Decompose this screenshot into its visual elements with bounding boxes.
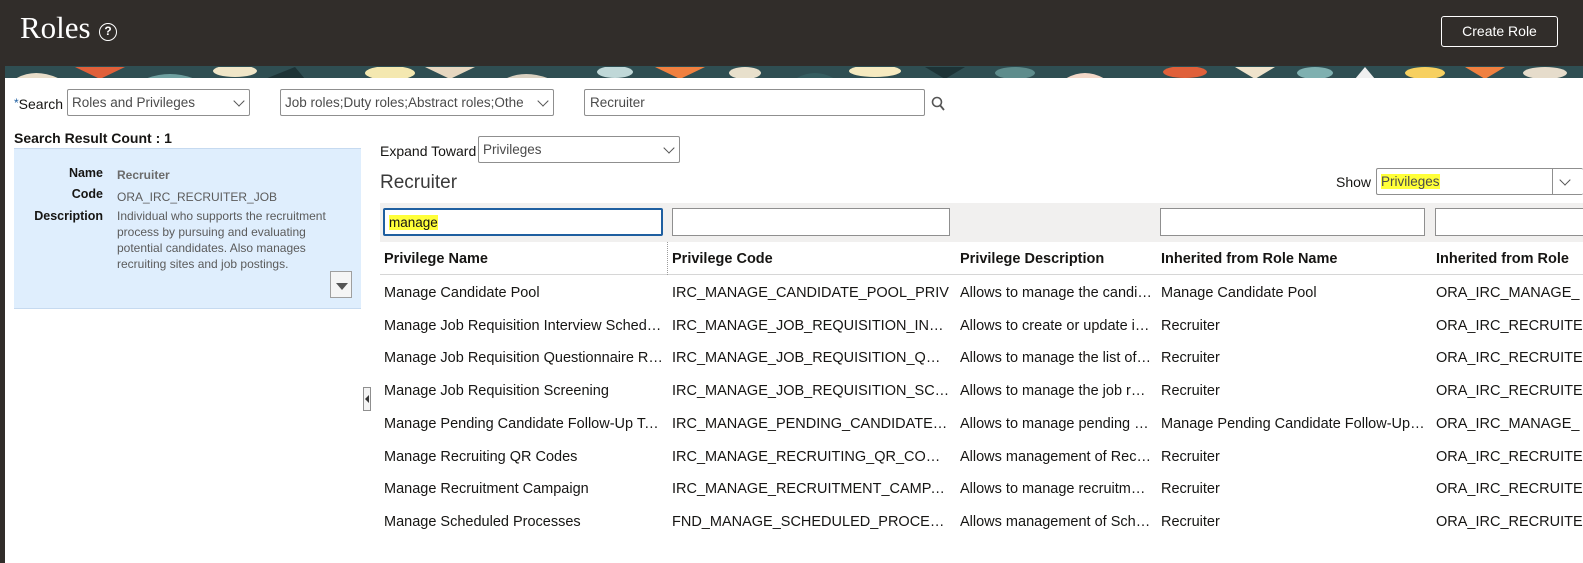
page-title: Roles <box>20 10 91 45</box>
inherited-role-code-cell: ORA_IRC_RECRUITE <box>1436 383 1583 400</box>
privilege-code-cell: IRC_MANAGE_CANDIDATE_POOL_PRIV <box>672 285 949 301</box>
column-header-privilege-name[interactable]: Privilege Name <box>384 251 488 267</box>
decorative-banner <box>5 66 1583 78</box>
search-icon[interactable] <box>931 96 945 112</box>
table-row[interactable]: Manage Recruiting QR Codes IRC_MANAGE_REC… <box>380 440 1583 473</box>
privilege-code-filter[interactable] <box>672 208 950 236</box>
inherited-role-name-cell: Recruiter <box>1161 317 1220 334</box>
privilege-name-cell: Manage Candidate Pool <box>384 285 540 301</box>
privilege-code-cell: FND_MANAGE_SCHEDULED_PROCESS… <box>672 513 950 530</box>
privilege-description-cell: Allows to create or update i… <box>960 317 1150 334</box>
privilege-name-cell: Manage Job Requisition Interview Schedul… <box>384 317 664 334</box>
inherited-role-name-cell: Recruiter <box>1161 350 1220 367</box>
table-row[interactable]: Manage Candidate Pool IRC_MANAGE_CANDIDAT… <box>380 276 1583 309</box>
description-value: Individual who supports the recruitment … <box>117 209 326 271</box>
show-select[interactable]: Privileges <box>1376 168 1583 195</box>
privilege-code-cell: IRC_MANAGE_JOB_REQUISITION_QUES… <box>672 350 950 367</box>
table-row[interactable]: Manage Recruitment Campaign IRC_MANAGE_RE… <box>380 472 1583 505</box>
create-role-button[interactable]: Create Role <box>1441 16 1558 47</box>
column-divider[interactable] <box>667 242 668 275</box>
left-edge-divider <box>0 66 5 563</box>
inherited-role-code-cell: ORA_IRC_RECRUITE <box>1436 448 1583 465</box>
inherited-role-code-cell: ORA_IRC_RECRUITE <box>1436 513 1583 530</box>
expand-detail-icon <box>336 283 348 290</box>
privilege-description-cell: Allows to manage pending c… <box>960 415 1153 432</box>
privilege-name-cell: Manage Pending Candidate Follow-Up Task <box>384 415 664 432</box>
search-scope-select[interactable]: Roles and Privileges <box>67 89 250 116</box>
privilege-code-cell: IRC_MANAGE_RECRUITING_QR_CODES… <box>672 448 950 465</box>
privilege-description-cell: Allows management of Sche… <box>960 513 1153 530</box>
inherited-role-name-cell: Recruiter <box>1161 513 1220 530</box>
privilege-name-cell: Manage Job Requisition Questionnaire Re… <box>384 350 664 367</box>
privilege-name-cell: Manage Scheduled Processes <box>384 513 581 530</box>
section-title: Recruiter <box>380 172 458 193</box>
privilege-code-cell: IRC_MANAGE_PENDING_CANDIDATE_F… <box>672 415 950 432</box>
table-row[interactable]: Manage Scheduled Processes FND_MANAGE_SCH… <box>380 505 1583 538</box>
privilege-code-cell: IRC_MANAGE_JOB_REQUISITION_INTER… <box>672 317 950 334</box>
inherited-role-name-cell: Manage Candidate Pool <box>1161 285 1317 301</box>
expand-detail-button[interactable] <box>330 271 352 298</box>
page-header: Roles ? Create Role <box>0 0 1583 66</box>
inherited-role-code-filter[interactable] <box>1435 208 1583 236</box>
privilege-description-cell: Allows to manage recruitme… <box>960 481 1153 498</box>
column-header-inherited-role[interactable]: Inherited from Role <box>1436 251 1583 267</box>
role-types-select[interactable]: Job roles;Duty roles;Abstract roles;Othe <box>280 89 554 116</box>
search-result-count: Search Result Count : 1 <box>14 130 172 146</box>
chevron-down-icon <box>1559 174 1571 186</box>
description-label: Description <box>34 209 103 223</box>
privilege-name-cell: Manage Job Requisition Screening <box>384 383 609 400</box>
table-row[interactable]: Manage Pending Candidate Follow-Up Task I… <box>380 407 1583 440</box>
inherited-role-name-cell: Recruiter <box>1161 448 1220 465</box>
help-icon[interactable]: ? <box>99 23 117 41</box>
role-types-value: Job roles;Duty roles;Abstract roles;Othe <box>285 95 524 110</box>
column-header-privilege-description[interactable]: Privilege Description <box>960 251 1104 267</box>
search-keyword-input[interactable]: Recruiter <box>584 89 925 116</box>
show-label: Show <box>1336 174 1372 190</box>
search-label: *Search <box>14 96 63 112</box>
privilege-description-cell: Allows to manage the job re… <box>960 383 1153 400</box>
expand-toward-select[interactable]: Privileges <box>478 136 680 163</box>
privilege-description-cell: Allows management of Recr… <box>960 448 1153 465</box>
inherited-role-name-cell: Recruiter <box>1161 481 1220 498</box>
expand-toward-label: Expand Toward <box>380 143 477 159</box>
show-select-divider <box>1552 169 1553 194</box>
column-header-privilege-code[interactable]: Privilege Code <box>672 251 773 267</box>
inherited-role-name-cell: Manage Pending Candidate Follow-Up T… <box>1161 415 1427 432</box>
privilege-code-cell: IRC_MANAGE_JOB_REQUISITION_SCRE… <box>672 383 950 400</box>
table-row[interactable]: Manage Job Requisition Screening IRC_MANA… <box>380 374 1583 407</box>
inherited-role-code-cell: ORA_IRC_MANAGE_ <box>1436 285 1580 301</box>
column-header-inherited-role-name[interactable]: Inherited from Role Name <box>1161 251 1337 267</box>
code-label: Code <box>71 187 103 201</box>
inherited-role-code-cell: ORA_IRC_RECRUITE <box>1436 481 1583 498</box>
table-row[interactable]: Manage Job Requisition Questionnaire Re…… <box>380 341 1583 374</box>
show-value: Privileges <box>1381 174 1440 189</box>
collapse-panel-icon <box>365 395 369 403</box>
expand-toward-value: Privileges <box>483 142 542 157</box>
inherited-role-code-cell: ORA_IRC_RECRUITE <box>1436 350 1583 367</box>
show-value-wrap: Privileges <box>1381 169 1556 194</box>
privilege-name-cell: Manage Recruiting QR Codes <box>384 448 578 465</box>
result-detail-card[interactable]: Name Recruiter Code ORA_IRC_RECRUITER_JO… <box>14 148 361 309</box>
collapse-panel-handle[interactable] <box>363 387 371 411</box>
table-row[interactable]: Manage Job Requisition Interview Schedul… <box>380 309 1583 342</box>
code-value: ORA_IRC_RECRUITER_JOB <box>117 190 278 204</box>
inherited-role-code-cell: ORA_IRC_MANAGE_ <box>1436 415 1580 432</box>
search-scope-value: Roles and Privileges <box>72 95 196 110</box>
privilege-description-cell: Allows to manage the list of … <box>960 350 1153 367</box>
inherited-role-name-cell: Recruiter <box>1161 383 1220 400</box>
privilege-code-cell: IRC_MANAGE_RECRUITMENT_CAMPAIG… <box>672 481 950 498</box>
column-filter-row: manage <box>380 203 1583 242</box>
table-header: Privilege Name Privilege Code Privilege … <box>380 242 1583 275</box>
banner-pattern-graphic <box>5 66 1583 78</box>
name-value: Recruiter <box>117 168 170 182</box>
search-label-text: Search <box>18 96 64 112</box>
privilege-name-cell: Manage Recruitment Campaign <box>384 481 589 498</box>
filter-value: manage <box>389 215 438 230</box>
privilege-name-filter[interactable]: manage <box>383 208 663 236</box>
privilege-description-cell: Allows to manage the candi… <box>960 285 1152 301</box>
inherited-role-name-filter[interactable] <box>1160 208 1425 236</box>
name-label: Name <box>68 166 103 180</box>
inherited-role-code-cell: ORA_IRC_RECRUITE <box>1436 317 1583 334</box>
